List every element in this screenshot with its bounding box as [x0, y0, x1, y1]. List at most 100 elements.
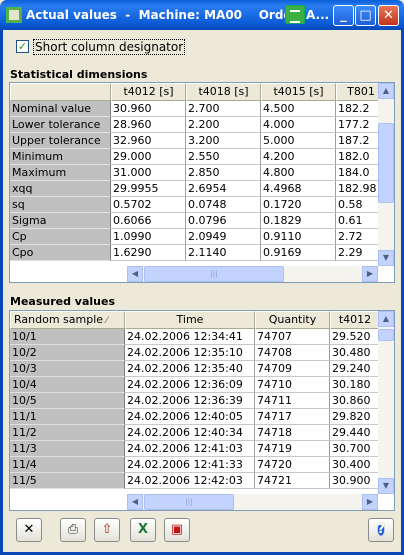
row-header: 11/1	[10, 409, 125, 425]
horizontal-scroll-thumb[interactable]: |||	[144, 266, 284, 282]
measured-section-title: Measured values	[10, 295, 115, 308]
table-cell: 2.850	[186, 165, 261, 181]
row-header: Maximum	[10, 165, 111, 181]
row-header: 11/4	[10, 457, 125, 473]
row-header: Cpo	[10, 245, 111, 261]
table-cell: 29.000	[111, 149, 186, 165]
print-button[interactable]: ⎙	[60, 518, 86, 542]
row-header: Minimum	[10, 149, 111, 165]
scroll-right-icon[interactable]: ▶	[362, 494, 378, 510]
row-header: 10/3	[10, 361, 125, 377]
horizontal-scroll-thumb[interactable]: |||	[144, 494, 234, 510]
scroll-up-icon[interactable]: ▲	[378, 83, 394, 99]
table-cell: 24.02.2006 12:35:10	[125, 345, 255, 361]
table-cell: 28.960	[111, 117, 186, 133]
close-button[interactable]: ✕	[378, 5, 399, 26]
horizontal-scrollbar[interactable]: ◀ ||| ▶	[127, 494, 378, 510]
scroll-down-icon[interactable]: ▼	[378, 250, 394, 266]
table-cell: 24.02.2006 12:36:09	[125, 377, 255, 393]
table-cell: 2.550	[186, 149, 261, 165]
table-cell: 2.200	[186, 117, 261, 133]
table-cell: 24.02.2006 12:35:40	[125, 361, 255, 377]
table-cell: 2.6954	[186, 181, 261, 197]
table-cell: 2.0949	[186, 229, 261, 245]
table-cell: 30.180	[330, 377, 380, 393]
table-cell: 0.6066	[111, 213, 186, 229]
table-cell: 0.1829	[261, 213, 336, 229]
window-title: Actual values - Machine: MA00 Order:	[26, 8, 303, 22]
table-cell: 0.1720	[261, 197, 336, 213]
export-icon: ⇧	[101, 522, 113, 537]
table-cell: 4.4968	[261, 181, 336, 197]
column-header[interactable]: Time	[125, 311, 255, 329]
minimize-button[interactable]: _	[333, 5, 354, 26]
row-header: Lower tolerance	[10, 117, 111, 133]
table-cell: 0.0748	[186, 197, 261, 213]
table-cell: 74711	[255, 393, 330, 409]
table-cell: 24.02.2006 12:41:03	[125, 441, 255, 457]
horizontal-scrollbar[interactable]: ◀ ||| ▶	[127, 266, 378, 282]
excel-button[interactable]: X	[130, 518, 156, 542]
column-header[interactable]: t4012	[330, 311, 380, 329]
table-cell: 0.9169	[261, 245, 336, 261]
measured-grid[interactable]: Random sample ⁄ Time Quantity t4012 10/1 24.0…	[9, 310, 395, 511]
row-header: Nominal value	[10, 101, 111, 117]
disk-icon: ▣	[170, 522, 184, 537]
order-icon	[285, 5, 305, 24]
table-cell: 24.02.2006 12:40:34	[125, 425, 255, 441]
short-designator-label[interactable]: Short column designator	[33, 39, 186, 55]
row-header: Upper tolerance	[10, 133, 111, 149]
scroll-left-icon[interactable]: ◀	[127, 266, 143, 282]
x-icon: ✕	[23, 522, 35, 537]
table-cell: 30.700	[330, 441, 380, 457]
vertical-scrollbar[interactable]: ▲ ▼	[378, 311, 394, 494]
row-header: 11/5	[10, 473, 125, 489]
row-header: 10/5	[10, 393, 125, 409]
table-cell: 0.5702	[111, 197, 186, 213]
column-header[interactable]: t4012 [s]	[111, 83, 186, 101]
stats-corner-header[interactable]	[10, 83, 111, 101]
table-cell: 1.6290	[111, 245, 186, 261]
delete-button[interactable]: ✕	[16, 518, 42, 542]
minimize-icon: _	[340, 8, 347, 23]
scroll-left-icon[interactable]: ◀	[127, 494, 143, 510]
table-cell: 24.02.2006 12:36:39	[125, 393, 255, 409]
scroll-right-icon[interactable]: ▶	[362, 266, 378, 282]
short-designator-checkbox[interactable]: ✓	[16, 40, 29, 53]
vertical-scroll-thumb[interactable]	[378, 329, 394, 341]
table-cell: 30.960	[111, 101, 186, 117]
save-button[interactable]: ▣	[164, 518, 190, 542]
table-cell: 74707	[255, 329, 330, 345]
column-header[interactable]: t4018 [s]	[186, 83, 261, 101]
row-header: 11/2	[10, 425, 125, 441]
stats-grid[interactable]: t4012 [s] t4018 [s] t4015 [s] T801 Nominal v…	[9, 82, 395, 283]
table-cell: 24.02.2006 12:40:05	[125, 409, 255, 425]
scroll-down-icon[interactable]: ▼	[378, 478, 394, 494]
table-cell: 32.960	[111, 133, 186, 149]
table-cell: 0.0796	[186, 213, 261, 229]
export-button[interactable]: ⇧	[94, 518, 120, 542]
table-cell: 74708	[255, 345, 330, 361]
column-header[interactable]: Quantity	[255, 311, 330, 329]
checkmark-icon: ✓	[17, 40, 28, 53]
maximize-icon: □	[359, 8, 372, 23]
table-cell: 2.1140	[186, 245, 261, 261]
vertical-scroll-thumb[interactable]	[378, 123, 394, 203]
table-cell: 74719	[255, 441, 330, 457]
row-header: Sigma	[10, 213, 111, 229]
help-button[interactable]: ?	[368, 518, 394, 542]
random-sample-header[interactable]: Random sample ⁄	[10, 311, 125, 329]
table-cell: 3.200	[186, 133, 261, 149]
table-cell: 74718	[255, 425, 330, 441]
table-cell: 30.400	[330, 457, 380, 473]
table-cell: 4.800	[261, 165, 336, 181]
table-cell: 29.9955	[111, 181, 186, 197]
scroll-up-icon[interactable]: ▲	[378, 311, 394, 327]
title-bar[interactable]: Actual values - Machine: MA00 Order: A..…	[0, 0, 404, 30]
vertical-scrollbar[interactable]: ▲ ▼	[378, 83, 394, 266]
maximize-button[interactable]: □	[355, 5, 376, 26]
printer-icon: ⎙	[67, 522, 79, 537]
table-cell: 74710	[255, 377, 330, 393]
row-header: Cp	[10, 229, 111, 245]
column-header[interactable]: t4015 [s]	[261, 83, 336, 101]
